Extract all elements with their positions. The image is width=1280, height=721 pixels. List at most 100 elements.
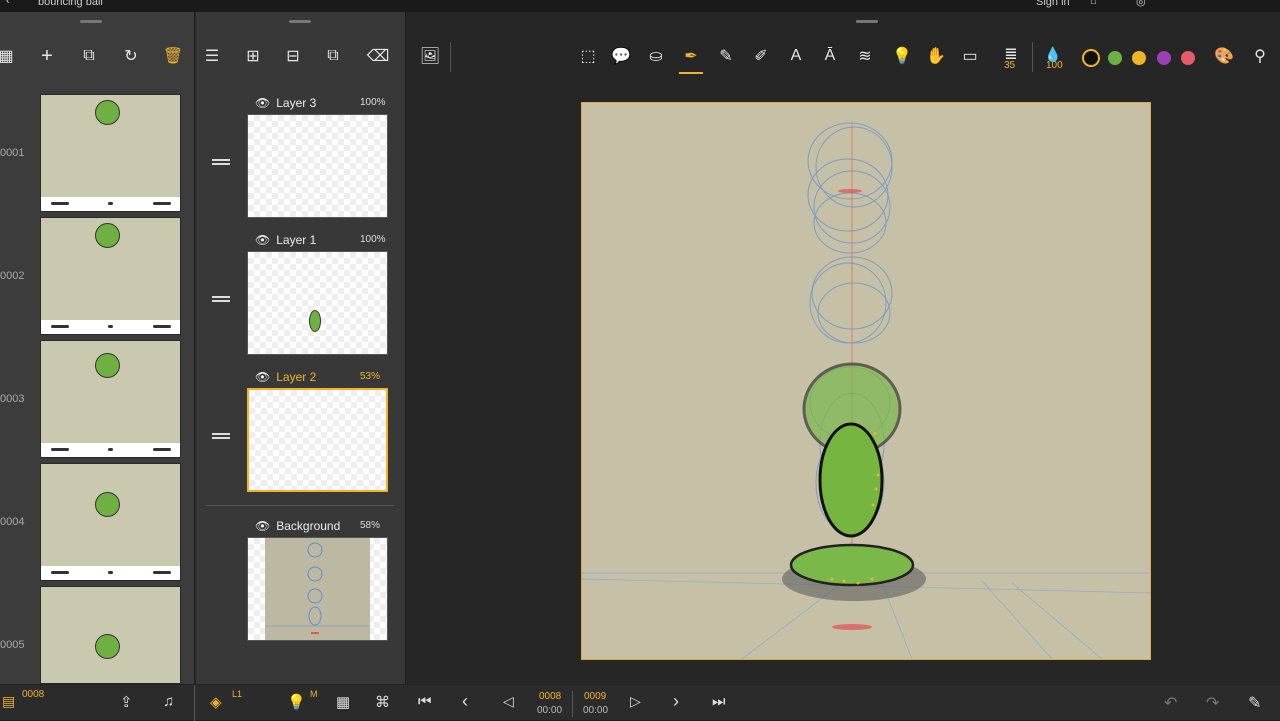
layer-name: Background [276,519,341,533]
back-icon[interactable]: ‹ [6,0,10,7]
background-preview [265,538,370,640]
ball-drawing [95,634,120,659]
drawing-canvas[interactable] [581,102,1151,660]
airbrush-tool-icon[interactable]: Ā [818,44,842,68]
panel-grip[interactable] [856,20,878,23]
frame-thumbnail[interactable] [40,217,181,335]
color-swatch-green[interactable] [1108,51,1122,65]
canvas-drawing [582,122,1150,659]
frame-b: 0009 [584,691,607,702]
grid-icon[interactable]: ▦ [0,44,18,68]
layer-thumbnail[interactable] [247,114,388,218]
layer-copy-icon[interactable]: ⧉ [321,44,345,68]
bottom-bar: ▤ 0008 ⇪ ♫ ◈ L1 💡 M ▦ ⌘ ⏮ ‹ ◁ 0008 00:00… [0,684,1280,721]
hand-tool-icon[interactable]: ✋ [924,44,948,68]
layer-name: Layer 1 [276,233,317,247]
next-frame-icon[interactable]: › [673,691,679,712]
layer-thumbnail[interactable] [247,251,388,355]
add-layer-icon[interactable]: ⊞ [241,44,265,68]
title-bar: ‹ bouncing ball Sign in ⌂ ◎ [0,0,1280,12]
separator [572,691,573,717]
layer-header[interactable]: 👁 Layer 1 [255,233,316,247]
layer-name: Layer 3 [276,96,317,110]
marker-tool-icon[interactable]: ✐ [749,44,773,68]
eraser-tool-icon[interactable]: ▭ [958,44,982,68]
play-reverse-icon[interactable]: ◁ [503,693,514,710]
layer-header[interactable]: 👁 Layer 3 [255,96,316,110]
color-swatch-yellow[interactable] [1132,51,1146,65]
edit-pen-icon[interactable]: ✎ [1248,693,1261,713]
layer-header[interactable]: 👁 Background [255,519,340,533]
palette-icon[interactable]: 🎨 [1212,44,1236,68]
sign-in-link[interactable]: Sign in [1036,0,1070,8]
selection-tool-icon[interactable]: ⬚ [576,44,600,68]
frame-thumbnail[interactable] [40,94,181,212]
background-thumbnail[interactable] [247,537,388,641]
layer-indicator: L1 [232,689,243,699]
eye-icon[interactable]: 👁 [255,96,270,110]
bucket-icon[interactable]: ⛀ [644,44,668,68]
layer-merge-icon[interactable]: ⊟ [281,44,305,68]
light-table-icon[interactable]: 💡 [287,693,306,711]
eye-icon[interactable]: 👁 [255,370,270,384]
app-title: bouncing ball [38,0,103,8]
transform-icon[interactable]: ⌘ [375,693,390,711]
clear-layer-icon[interactable]: ⌫ [366,44,390,68]
eye-icon[interactable]: 👁 [255,519,270,533]
globe-icon[interactable]: ◎ [1136,0,1146,8]
last-frame-icon[interactable]: ⏭ [712,693,726,710]
color-swatch-black[interactable] [1082,49,1100,67]
color-swatch-purple[interactable] [1157,51,1171,65]
frame-thumbnail[interactable] [40,463,181,581]
light-table-label: M [310,689,318,699]
ball-drawing [95,100,120,125]
brush-tool-icon[interactable]: A [784,44,808,68]
layer-thumbnail-selected[interactable] [247,388,388,492]
drag-handle-icon[interactable] [212,296,230,302]
sound-icon[interactable]: ♫ [163,693,174,710]
layers-icon[interactable]: ◈ [210,693,222,711]
frame-thumbnail[interactable] [40,340,181,458]
drag-handle-icon[interactable] [212,159,230,165]
user-icon[interactable]: ⌂ [1090,0,1097,7]
separator [1032,42,1033,72]
eye-icon[interactable]: 👁 [255,233,270,247]
ball-drawing [309,310,321,332]
rotate-icon[interactable]: ↻ [119,44,143,68]
eyedropper-icon[interactable]: ⚲ [1248,44,1272,68]
panel-grip[interactable] [289,20,311,23]
delete-frame-icon[interactable]: 🗑 [161,44,185,68]
pencil-tool-icon[interactable]: ✎ [714,44,738,68]
copy-frame-icon[interactable]: ⧉ [77,44,101,68]
play-icon[interactable]: ▷ [630,693,641,710]
image-import-icon[interactable]: 🖼 [418,44,442,68]
first-frame-icon[interactable]: ⏮ [418,693,432,710]
redo-icon[interactable]: ↷ [1206,693,1219,713]
pen-tool-icon[interactable]: ✒ [679,44,703,68]
layer-divider [206,505,394,506]
layer-opacity: 100% [360,234,386,245]
layer-header-selected[interactable]: 👁 Layer 2 [255,370,316,384]
ball-drawing [95,492,120,517]
frame-stack-icon[interactable]: ▤ [2,693,15,710]
drag-handle-icon[interactable] [212,433,230,439]
separator [194,685,195,721]
frame-number: 0003 [0,393,25,405]
light-bulb-icon[interactable]: 💡 [890,44,914,68]
blend-tool-icon[interactable]: ≋ [853,44,877,68]
current-frame: 0008 [22,689,45,700]
color-swatch-red[interactable] [1181,51,1195,65]
add-frame-button[interactable]: + [35,44,59,68]
time-b: 00:00 [583,705,609,716]
export-icon[interactable]: ⇪ [120,693,133,711]
frame-number: 0002 [0,270,25,282]
layer-list-icon[interactable]: ☰ [200,44,224,68]
frame-number: 0005 [0,639,25,651]
ball-drawing [95,223,120,248]
frame-thumbnail[interactable] [40,586,181,684]
panel-grip[interactable] [80,20,102,23]
prev-frame-icon[interactable]: ‹ [462,691,468,712]
grid-toggle-icon[interactable]: ▦ [336,693,350,711]
speech-bubble-icon[interactable]: 💬 [609,44,633,68]
undo-icon[interactable]: ↶ [1164,693,1177,713]
